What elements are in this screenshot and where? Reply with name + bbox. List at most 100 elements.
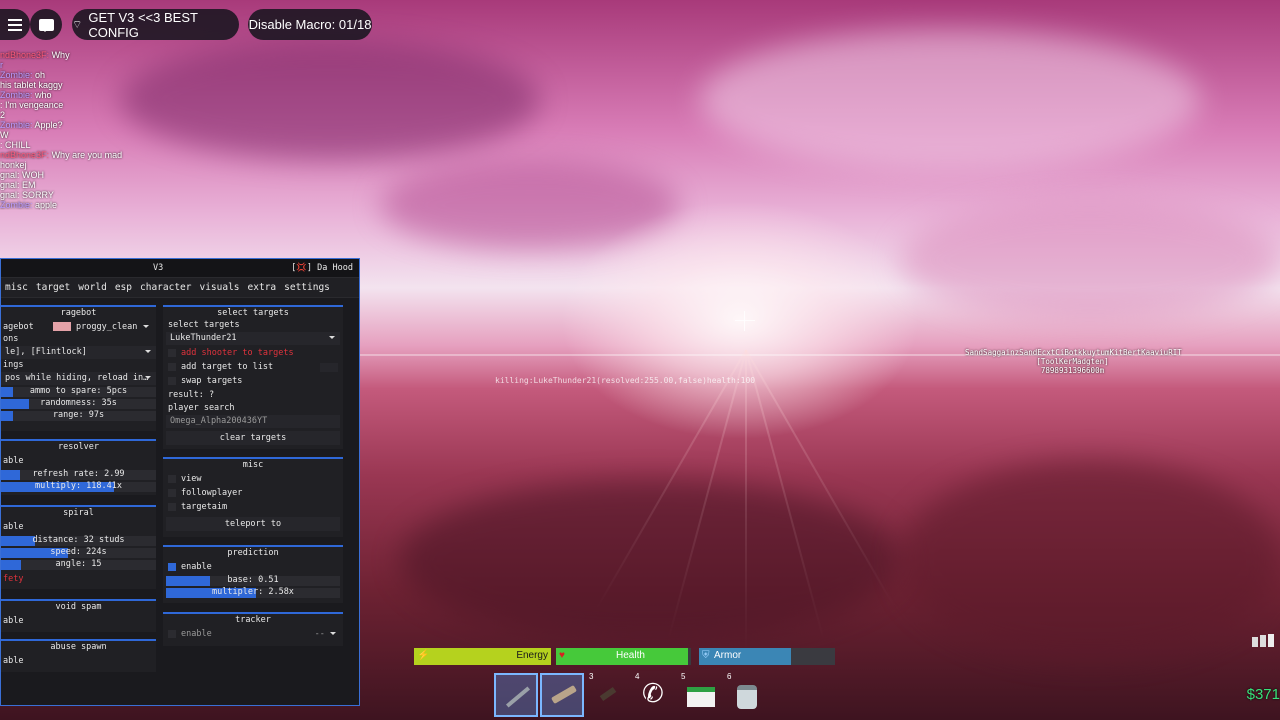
add-shooter-toggle[interactable]: add shooter to targets [166, 346, 340, 360]
armor-bar: ⛨ Armor [699, 648, 835, 665]
disable-macro-button[interactable]: Disable Macro: 01/18 [248, 9, 372, 40]
tab-target[interactable]: target [36, 282, 70, 293]
target-dropdown[interactable]: LukeThunder21 [166, 332, 340, 345]
config-select[interactable]: proggy_clean [76, 320, 151, 334]
clear-targets-button[interactable]: clear targets [166, 431, 340, 445]
multiplier-label: multipler: 2.58x [212, 587, 294, 597]
energy-label: Energy [516, 650, 548, 661]
armor-label: Armor [714, 650, 742, 661]
chat-line: W [0, 130, 160, 140]
range-slider[interactable]: range: 97s [1, 410, 156, 421]
swap-targets-toggle[interactable]: swap targets [166, 374, 340, 388]
abuse-spawn-group: abuse spawn able [1, 639, 156, 672]
refresh-rate-slider[interactable]: refresh rate: 2.99 [1, 469, 156, 480]
tracker-select[interactable]: -- [315, 627, 336, 641]
chat-line: ndBhone3F: Why [0, 50, 160, 60]
chat-line: Zombie: who [0, 90, 160, 100]
ammo-slider[interactable]: ammo to spare: 5pcs [1, 386, 156, 397]
hotbar-slot-3[interactable]: 3 [586, 672, 630, 717]
select-targets-group: select targets select targets LukeThunde… [163, 305, 343, 449]
hamburger-menu-icon[interactable] [0, 9, 30, 40]
knife-icon [505, 686, 531, 708]
add-target-checkbox[interactable] [168, 362, 176, 371]
abuse-spawn-enable-toggle[interactable]: able [1, 654, 156, 668]
followplayer-toggle[interactable]: followplayer [166, 486, 340, 500]
hotbar-slot-6-number: 6 [727, 672, 732, 681]
wifi-icon: ⌔ [72, 18, 83, 31]
chat-message: Why are you mad [51, 150, 123, 160]
chat-sender: Zombie: [0, 200, 33, 210]
hotbar-slot-5[interactable]: 5 [678, 672, 722, 717]
targetaim-checkbox[interactable] [168, 502, 176, 511]
base-slider[interactable]: base: 0.51 [166, 575, 340, 586]
mode-dropdown[interactable]: pos while hiding, reload in… [1, 372, 156, 385]
panel-version: V3 [153, 263, 164, 273]
tab-esp[interactable]: esp [115, 282, 132, 293]
tab-world[interactable]: world [78, 282, 107, 293]
resolver-group: resolver able refresh rate: 2.99 multipl… [1, 439, 156, 495]
chat-sender: Zombie: [0, 120, 33, 130]
misc-group: misc view followplayer targetaim telepor… [163, 457, 343, 537]
view-label: view [181, 474, 202, 484]
distance-slider[interactable]: distance: 32 studs [1, 535, 156, 546]
chat-icon[interactable] [30, 9, 62, 40]
spiral-title: spiral [63, 508, 94, 518]
panel-title-bar[interactable]: V3 [💢] Da Hood [1, 259, 359, 278]
select-targets-title: select targets [217, 308, 289, 318]
prediction-title: prediction [227, 548, 279, 558]
prediction-group: prediction enable base: 0.51 multipler: … [163, 545, 343, 603]
multiplier-slider[interactable]: multipler: 2.58x [166, 587, 340, 598]
hotbar-slot-6[interactable]: 6 [724, 672, 768, 717]
void-spam-enable-toggle[interactable]: able [1, 614, 156, 628]
chat-line: : CHILL [0, 140, 160, 150]
distance-label: distance: 32 studs [32, 535, 125, 545]
tab-settings[interactable]: settings [284, 282, 330, 293]
player-search-input[interactable]: Omega_Alpha200436YT [166, 415, 340, 428]
add-shooter-label: add shooter to targets [181, 348, 294, 358]
void-spam-group: void spam able [1, 599, 156, 632]
config-button[interactable]: ⌔ GET V3 <<3 BEST CONFIG [72, 9, 239, 40]
tab-misc[interactable]: misc [5, 282, 28, 293]
health-bar: ♥ Health [556, 648, 691, 665]
wallet-icon [599, 686, 617, 702]
chat-sender: Zombie: [0, 90, 33, 100]
chat-sender: r [0, 60, 3, 70]
chat-message: apple [35, 200, 58, 210]
spiral-enable-toggle[interactable]: able [1, 520, 156, 534]
tab-visuals[interactable]: visuals [199, 282, 239, 293]
speed-slider[interactable]: speed: 224s [1, 547, 156, 558]
multiply-slider[interactable]: multiply: 118.41x [1, 481, 156, 492]
cheat-menu-panel[interactable]: V3 [💢] Da Hood misc target world esp cha… [0, 258, 360, 706]
view-toggle[interactable]: view [166, 472, 340, 486]
keybind-box[interactable] [320, 363, 338, 372]
prediction-enable-toggle[interactable]: enable [166, 560, 340, 574]
prediction-enable-checkbox[interactable] [168, 562, 176, 571]
add-shooter-checkbox[interactable] [168, 348, 176, 357]
swap-targets-checkbox[interactable] [168, 376, 176, 385]
hotbar-slot-2[interactable] [540, 673, 584, 717]
tab-extra[interactable]: extra [248, 282, 277, 293]
color-swatch[interactable] [53, 322, 71, 331]
teleport-button[interactable]: teleport to [166, 517, 340, 531]
weapons-dropdown[interactable]: le], [Flintlock] [1, 346, 156, 359]
tab-character[interactable]: character [140, 282, 191, 293]
tracker-enable-checkbox[interactable] [168, 629, 176, 638]
hotbar-slot-4[interactable]: 4 ✆ [632, 672, 676, 717]
chevron-down-icon [330, 632, 336, 638]
hotbar-slot-1[interactable] [494, 673, 538, 717]
angle-slider[interactable]: angle: 15 [1, 559, 156, 570]
add-target-toggle[interactable]: add target to list [166, 360, 340, 374]
chat-message: gnal: WOH [0, 170, 45, 180]
config-value: proggy_clean [76, 322, 138, 332]
ragebot-title: ragebot [60, 308, 97, 318]
tracker-enable-toggle[interactable]: enable -- [166, 627, 340, 641]
targetaim-label: targetaim [181, 502, 228, 512]
resolver-enable-toggle[interactable]: able [1, 454, 156, 468]
targetaim-toggle[interactable]: targetaim [166, 500, 340, 514]
followplayer-checkbox[interactable] [168, 488, 176, 497]
randomness-slider[interactable]: randomness: 35s [1, 398, 156, 409]
view-checkbox[interactable] [168, 474, 176, 483]
safety-toggle[interactable]: fety [1, 572, 156, 586]
ragebot-toggle[interactable]: agebot proggy_clean [1, 320, 156, 334]
chat-line: gnal: WOH [0, 170, 160, 180]
